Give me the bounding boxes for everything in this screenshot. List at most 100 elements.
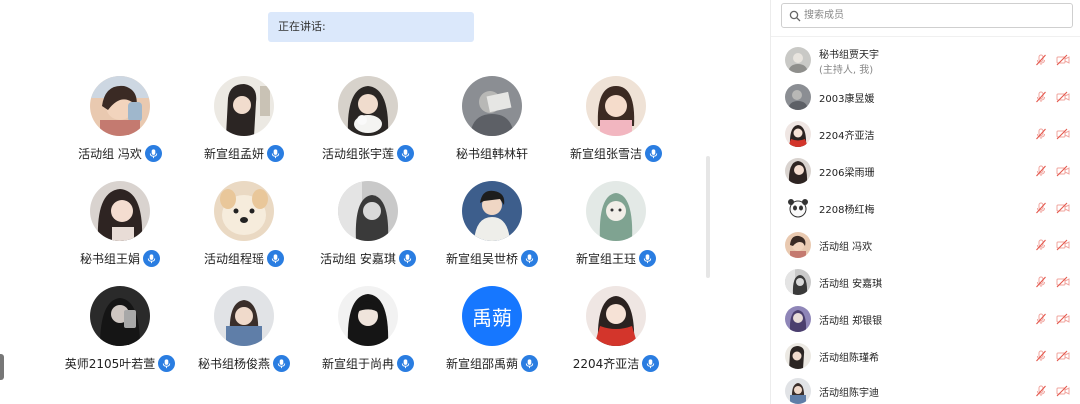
member-name: 活动组陈瑾希	[819, 353, 879, 364]
member-item[interactable]: 活动组 安嘉琪	[771, 264, 1080, 300]
camera-off-icon[interactable]	[1056, 91, 1070, 103]
member-item[interactable]: 活动组 冯欢	[771, 227, 1080, 263]
participant-tile[interactable]: 新宣组于尚冉	[306, 286, 430, 386]
participant-tile[interactable]: 活动组 冯欢	[58, 76, 182, 176]
avatar	[586, 181, 646, 241]
participant-name: 新宣组吴世桥	[445, 251, 518, 266]
avatar	[90, 76, 150, 136]
mic-icon[interactable]	[273, 354, 290, 372]
mic-icon[interactable]	[144, 144, 162, 162]
participant-name: 秘书组王娟	[79, 251, 140, 266]
member-panel: 秘书组贾天宇 (主持人, 我) 2003康昱媛 2204齐亚洁 2206梁雨珊 …	[770, 0, 1080, 404]
avatar	[785, 47, 811, 73]
search-box[interactable]	[781, 3, 1073, 28]
avatar	[785, 195, 811, 221]
avatar	[214, 181, 274, 241]
participant-tile[interactable]: 活动组张宇莲	[306, 76, 430, 176]
camera-off-icon[interactable]	[1056, 54, 1070, 66]
collapse-handle[interactable]	[0, 354, 4, 380]
participant-tile[interactable]: 新宣组张雪洁	[554, 76, 678, 176]
mic-muted-icon[interactable]	[1035, 276, 1047, 288]
participant-tile[interactable]: 秘书组王娟	[58, 181, 182, 281]
avatar	[338, 76, 398, 136]
participant-name: 2204齐亚洁	[572, 356, 640, 371]
mic-icon[interactable]	[267, 249, 284, 267]
mic-icon[interactable]	[267, 144, 284, 162]
participant-tile[interactable]: 禹蒴 新宣组邵禹蒴	[430, 286, 554, 386]
grid-scrollbar[interactable]	[706, 156, 710, 278]
participant-name: 新宣组王珏	[575, 251, 636, 266]
member-name: 活动组 冯欢	[819, 242, 873, 253]
search-icon	[789, 10, 801, 22]
avatar	[785, 343, 811, 369]
camera-off-icon[interactable]	[1056, 202, 1070, 214]
participant-name: 新宣组张雪洁	[569, 146, 642, 161]
avatar	[462, 181, 522, 241]
avatar	[90, 286, 150, 346]
member-item[interactable]: 2204齐亚洁	[771, 116, 1080, 152]
mic-icon[interactable]	[521, 249, 538, 267]
participant-grid: 活动组 冯欢 新宣组孟妍 活动组张宇莲 秘书组韩林轩 新宣组张雪洁 秘书组王娟 …	[0, 0, 770, 404]
member-name: 活动组 安嘉琪	[819, 279, 883, 290]
participant-tile[interactable]: 2204齐亚洁	[554, 286, 678, 386]
member-item[interactable]: 2208杨红梅	[771, 190, 1080, 226]
search-input[interactable]	[804, 6, 1066, 25]
camera-off-icon[interactable]	[1056, 313, 1070, 325]
mic-icon[interactable]	[398, 249, 416, 267]
participant-tile[interactable]: 英师2105叶若萱	[58, 286, 182, 386]
camera-off-icon[interactable]	[1056, 128, 1070, 140]
participant-name: 活动组张宇莲	[321, 146, 394, 161]
participant-tile[interactable]: 新宣组孟妍	[182, 76, 306, 176]
member-item[interactable]: 活动组陈宇迪	[771, 373, 1080, 404]
text-avatar: 禹蒴	[462, 286, 522, 346]
mic-icon[interactable]	[397, 354, 414, 372]
mic-muted-icon[interactable]	[1035, 165, 1047, 177]
avatar	[90, 181, 150, 241]
mic-muted-icon[interactable]	[1035, 54, 1047, 66]
member-item[interactable]: 2206梁雨珊	[771, 153, 1080, 189]
member-item[interactable]: 活动组陈瑾希	[771, 338, 1080, 374]
member-item[interactable]: 2003康昱媛	[771, 79, 1080, 115]
mic-icon[interactable]	[158, 354, 176, 372]
mic-muted-icon[interactable]	[1035, 239, 1047, 251]
participant-tile[interactable]: 秘书组杨俊燕	[182, 286, 306, 386]
member-name: 活动组陈宇迪	[819, 388, 879, 399]
participant-name: 活动组 安嘉琪	[320, 251, 396, 266]
mic-icon[interactable]	[642, 354, 660, 372]
avatar	[785, 158, 811, 184]
participant-tile[interactable]: 活动组 安嘉琪	[306, 181, 430, 281]
participant-tile[interactable]: 秘书组韩林轩	[430, 76, 554, 176]
participant-tile[interactable]: 新宣组吴世桥	[430, 181, 554, 281]
mic-icon[interactable]	[521, 354, 538, 372]
mic-icon[interactable]	[645, 144, 662, 162]
mic-muted-icon[interactable]	[1035, 202, 1047, 214]
mic-muted-icon[interactable]	[1035, 313, 1047, 325]
participant-name: 秘书组韩林轩	[455, 146, 528, 161]
participant-tile[interactable]: 活动组程瑶	[182, 181, 306, 281]
participant-name: 新宣组于尚冉	[321, 356, 394, 371]
avatar	[586, 76, 646, 136]
mic-icon[interactable]	[143, 249, 160, 267]
member-item[interactable]: 活动组 郑银银	[771, 301, 1080, 337]
participant-name: 活动组 冯欢	[78, 146, 142, 161]
avatar	[214, 76, 274, 136]
camera-off-icon[interactable]	[1056, 350, 1070, 362]
avatar	[338, 181, 398, 241]
video-stage: 正在讲话: 活动组 冯欢 新宣组孟妍 活动组张宇莲 秘书组韩林轩 新宣组张雪洁 …	[0, 0, 770, 404]
mic-muted-icon[interactable]	[1035, 128, 1047, 140]
participant-name: 英师2105叶若萱	[64, 356, 156, 371]
camera-off-icon[interactable]	[1056, 276, 1070, 288]
avatar	[462, 76, 522, 136]
mic-icon[interactable]	[397, 144, 414, 162]
participant-tile[interactable]: 新宣组王珏	[554, 181, 678, 281]
camera-off-icon[interactable]	[1056, 385, 1070, 397]
member-item[interactable]: 秘书组贾天宇 (主持人, 我)	[771, 42, 1080, 78]
mic-muted-icon[interactable]	[1035, 385, 1047, 397]
camera-off-icon[interactable]	[1056, 165, 1070, 177]
mic-icon[interactable]	[639, 249, 656, 267]
camera-off-icon[interactable]	[1056, 239, 1070, 251]
member-name: 2206梁雨珊	[819, 168, 875, 179]
avatar: 禹蒴	[462, 286, 522, 346]
mic-muted-icon[interactable]	[1035, 350, 1047, 362]
mic-muted-icon[interactable]	[1035, 91, 1047, 103]
